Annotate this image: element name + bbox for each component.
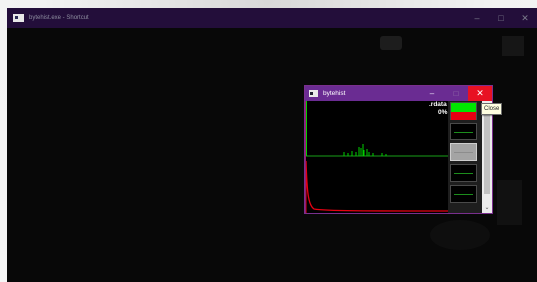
section-thumbnail-list[interactable]: [448, 101, 482, 213]
histogram-plot: .rdata 0%: [305, 101, 449, 213]
section-thumbnail[interactable]: [450, 102, 477, 120]
scroll-down-icon[interactable]: ⌄: [483, 204, 491, 212]
maximize-button[interactable]: □: [489, 8, 513, 28]
background-shape: [430, 220, 490, 250]
thumbnail-green-band: [451, 103, 476, 112]
close-button[interactable]: ✕: [513, 8, 537, 28]
minimize-button[interactable]: –: [420, 86, 444, 101]
app-window-icon: [309, 90, 318, 97]
thumbnail-line: [454, 132, 473, 133]
section-thumbnail[interactable]: [450, 123, 477, 140]
thumbnail-line: [454, 152, 473, 153]
vertical-scrollbar[interactable]: ⌄: [482, 101, 492, 213]
section-thumbnail-selected[interactable]: [450, 143, 477, 161]
desktop-icon-faint: [497, 180, 522, 225]
close-button[interactable]: ✕: [468, 86, 492, 101]
desktop-icon-faint: [380, 36, 402, 50]
thumbnail-line: [454, 173, 473, 174]
section-thumbnail[interactable]: [450, 164, 477, 182]
percent-label: 0%: [438, 109, 448, 116]
entropy-curve: [305, 160, 449, 212]
section-thumbnail[interactable]: [450, 185, 477, 203]
bytehist-window: bytehist – □ ✕ .rdata 0% ⌄: [305, 86, 492, 213]
thumbnail-red-band: [451, 112, 476, 120]
outer-window-title: bytehist.exe - Shortcut: [29, 15, 89, 21]
scrollbar-thumb[interactable]: [484, 104, 490, 194]
histogram-svg: [305, 101, 449, 213]
minimize-button[interactable]: –: [465, 8, 489, 28]
app-window-icon: [13, 14, 24, 22]
maximize-button[interactable]: □: [444, 86, 468, 101]
bytehist-window-title: bytehist: [323, 90, 346, 97]
bytehist-titlebar[interactable]: bytehist – □ ✕: [305, 86, 492, 101]
section-label: .rdata: [429, 101, 447, 108]
thumbnail-line: [454, 194, 473, 195]
outer-titlebar[interactable]: bytehist.exe - Shortcut – □ ✕: [7, 8, 537, 28]
close-tooltip: Close: [481, 103, 503, 115]
desktop-icon-faint: [502, 36, 524, 56]
